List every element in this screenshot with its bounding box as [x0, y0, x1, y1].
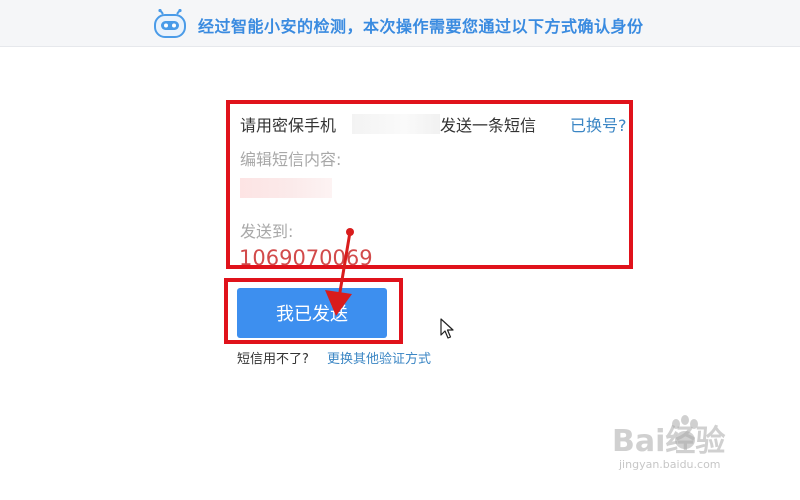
- instruction-prefix: 请用密保手机: [240, 116, 337, 135]
- edit-sms-label: 编辑短信内容:: [240, 150, 342, 169]
- masked-sms-content: [240, 178, 332, 198]
- send-to-label: 发送到:: [240, 222, 294, 241]
- switch-verification-link[interactable]: 更换其他验证方式: [327, 348, 431, 367]
- confirm-sent-button[interactable]: 我已发送: [237, 288, 387, 338]
- sms-unavailable-text: 短信用不了?: [237, 352, 309, 367]
- masked-phone-number: [352, 114, 440, 134]
- baidu-jingyan-watermark: Bai经验 jingyan.baidu.com: [612, 412, 772, 482]
- watermark-url: jingyan.baidu.com: [619, 458, 721, 471]
- banner-text: 经过智能小安的检测，本次操作需要您通过以下方式确认身份: [198, 17, 644, 36]
- send-to-number: 1069070069: [239, 246, 373, 270]
- sms-verification-box: 请用密保手机 发送一条短信 已换号? 编辑短信内容: 发送到: 10690700…: [226, 100, 633, 270]
- robot-icon: [154, 9, 186, 38]
- instruction-suffix: 发送一条短信: [440, 116, 537, 135]
- header-banner: 经过智能小安的检测，本次操作需要您通过以下方式确认身份: [0, 0, 800, 47]
- mouse-cursor-icon: [440, 318, 454, 339]
- watermark-brand: Bai经验: [612, 424, 726, 459]
- changed-number-link[interactable]: 已换号?: [570, 112, 627, 136]
